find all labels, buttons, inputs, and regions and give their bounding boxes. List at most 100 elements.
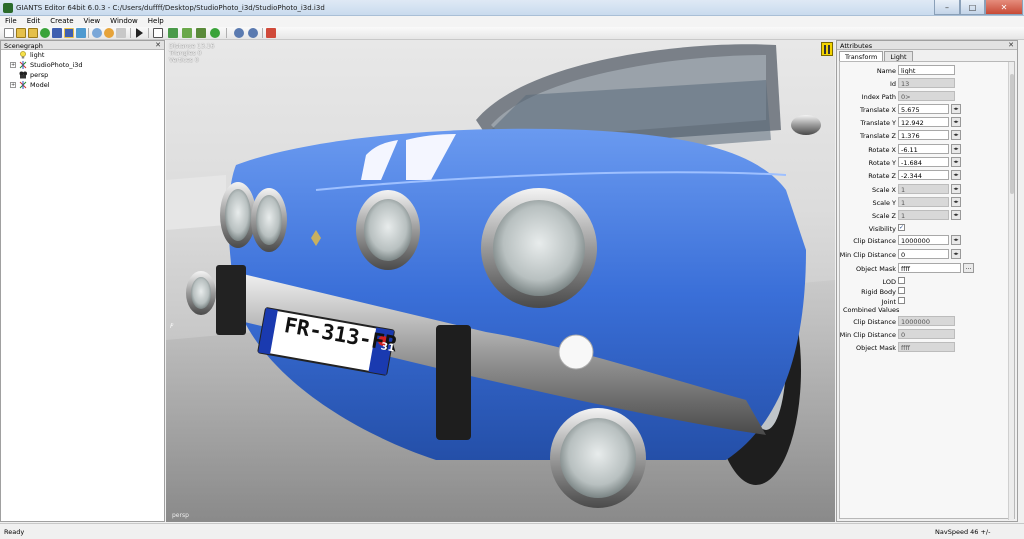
scale-x-stepper[interactable]: ◂▸ (951, 184, 961, 194)
translate-x-input[interactable]: 5.675 (898, 104, 949, 114)
scale-z-value: 1 (898, 210, 949, 220)
stat-distance: Distance 13.16 (169, 43, 215, 50)
tab-light[interactable]: Light (884, 51, 913, 61)
menu-create[interactable]: Create (45, 16, 78, 27)
rigid-body-checkbox[interactable] (898, 287, 905, 294)
title-bar: GIANTS Editor 64bit 6.0.3 - C:/Users/duf… (0, 0, 1024, 16)
tree-node-studiophoto[interactable]: + StudioPhoto_i3d (1, 60, 164, 70)
tree-node-light[interactable]: light (1, 50, 164, 60)
vegetation-icon[interactable] (210, 28, 220, 38)
terrain-sculpt-icon[interactable] (196, 28, 206, 38)
export-icon[interactable] (266, 28, 276, 38)
scale-y-stepper[interactable]: ◂▸ (951, 197, 961, 207)
rotate-x-stepper[interactable]: ◂▸ (951, 144, 961, 154)
menu-edit[interactable]: Edit (22, 16, 46, 27)
maximize-button[interactable]: □ (960, 0, 985, 15)
combined-min-clip-distance-value: 0 (898, 329, 955, 339)
object-mask-browse-button[interactable]: ... (963, 263, 974, 273)
scale-y-value: 1 (898, 197, 949, 207)
field-label: Scale X (871, 186, 896, 194)
min-clip-distance-stepper[interactable]: ◂▸ (951, 249, 961, 259)
close-button[interactable]: ✕ (985, 0, 1023, 15)
attributes-panel: Attributes ✕ Transform Light Name light … (836, 40, 1018, 522)
attributes-title: Attributes (840, 42, 873, 50)
translate-y-stepper[interactable]: ◂▸ (951, 117, 961, 127)
clip-distance-input[interactable]: 1000000 (898, 235, 949, 245)
expand-icon[interactable]: + (10, 62, 16, 68)
object-mask-input[interactable]: ffff (898, 263, 961, 273)
field-label: Clip Distance (853, 237, 896, 245)
undo-icon[interactable] (92, 28, 102, 38)
menu-file[interactable]: File (0, 16, 22, 27)
visibility-checkbox[interactable]: ✓ (898, 224, 905, 231)
field-label: Translate X (859, 106, 896, 114)
rotate-z-input[interactable]: -2.344 (898, 170, 949, 180)
menu-bar: File Edit Create View Window Help (0, 16, 1024, 27)
translate-y-input[interactable]: 12.942 (898, 117, 949, 127)
tab-transform[interactable]: Transform (839, 51, 884, 61)
attributes-close-icon[interactable]: ✕ (1008, 41, 1014, 49)
translate-z-input[interactable]: 1.376 (898, 130, 949, 140)
pause-icon[interactable] (821, 42, 833, 56)
foliage-paint-icon[interactable] (182, 28, 192, 38)
save-as-icon[interactable] (64, 28, 74, 38)
refresh-gear-icon[interactable] (248, 28, 258, 38)
rotate-x-input[interactable]: -6.11 (898, 144, 949, 154)
field-translate-y: Translate Y 12.942 ◂▸ (840, 117, 1016, 128)
nav-speed-label: NavSpeed 46 +/- (935, 528, 991, 536)
import-icon[interactable] (76, 28, 86, 38)
minimize-button[interactable]: – (934, 0, 960, 15)
menu-view[interactable]: View (79, 16, 106, 27)
stat-vertices: Vertices 0 (169, 57, 199, 64)
settings-gear-icon[interactable] (234, 28, 244, 38)
rotate-z-stepper[interactable]: ◂▸ (951, 170, 961, 180)
menu-window[interactable]: Window (105, 16, 143, 27)
new-file-icon[interactable] (4, 28, 14, 38)
field-clip-distance: Clip Distance 1000000 ◂▸ (840, 235, 1016, 246)
field-translate-x: Translate X 5.675 ◂▸ (840, 104, 1016, 115)
field-object-mask: Object Mask ffff ... (840, 263, 1016, 274)
tree-node-persp[interactable]: persp (1, 70, 164, 80)
toolbar (0, 27, 1024, 40)
scenegraph-header: Scenegraph ✕ (1, 41, 164, 50)
lod-checkbox[interactable] (898, 277, 905, 284)
field-rotate-y: Rotate Y -1.684 ◂▸ (840, 157, 1016, 168)
rotate-y-input[interactable]: -1.684 (898, 157, 949, 167)
expand-icon[interactable]: + (10, 82, 16, 88)
name-input[interactable]: light (898, 65, 955, 75)
scrollbar-thumb[interactable] (1010, 74, 1014, 194)
reload-icon[interactable] (40, 28, 50, 38)
cut-icon[interactable] (116, 28, 126, 38)
joint-checkbox[interactable] (898, 297, 905, 304)
tree-node-label: Model (30, 81, 50, 89)
terrain-paint-icon[interactable] (168, 28, 178, 38)
select-tool-icon[interactable] (153, 28, 163, 38)
rotate-y-stepper[interactable]: ◂▸ (951, 157, 961, 167)
3d-viewport[interactable]: F FR-313-FR 31 Distance 13.16 Triangles … (166, 40, 835, 522)
menu-help[interactable]: Help (143, 16, 169, 27)
field-scale-z: Scale Z 1 ◂▸ (840, 210, 1016, 221)
save-icon[interactable] (52, 28, 62, 38)
field-label: Object Mask (856, 344, 896, 352)
translate-x-stepper[interactable]: ◂▸ (951, 104, 961, 114)
clip-distance-stepper[interactable]: ◂▸ (951, 235, 961, 245)
field-label: Visibility (868, 225, 896, 233)
open-folder-icon[interactable] (16, 28, 26, 38)
open-recent-icon[interactable] (28, 28, 38, 38)
play-icon[interactable] (136, 28, 143, 38)
attributes-scrollbar[interactable] (1008, 62, 1014, 520)
scale-z-stepper[interactable]: ◂▸ (951, 210, 961, 220)
field-min-clip-distance: Min Clip Distance 0 ◂▸ (840, 249, 1016, 260)
field-name: Name light (840, 65, 1016, 76)
redo-icon[interactable] (104, 28, 114, 38)
camera-icon (19, 71, 27, 79)
transform-group-icon (19, 61, 27, 69)
scenegraph-close-icon[interactable]: ✕ (155, 41, 161, 49)
min-clip-distance-input[interactable]: 0 (898, 249, 949, 259)
combined-min-clip-distance: Min Clip Distance 0 (840, 329, 1016, 340)
combined-clip-distance: Clip Distance 1000000 (840, 316, 1016, 327)
attributes-header: Attributes ✕ (837, 41, 1017, 50)
viewport-stats: Distance 13.16 Triangles 0 Vertices 0 (169, 43, 214, 64)
tree-node-model[interactable]: + Model (1, 80, 164, 90)
translate-z-stepper[interactable]: ◂▸ (951, 130, 961, 140)
